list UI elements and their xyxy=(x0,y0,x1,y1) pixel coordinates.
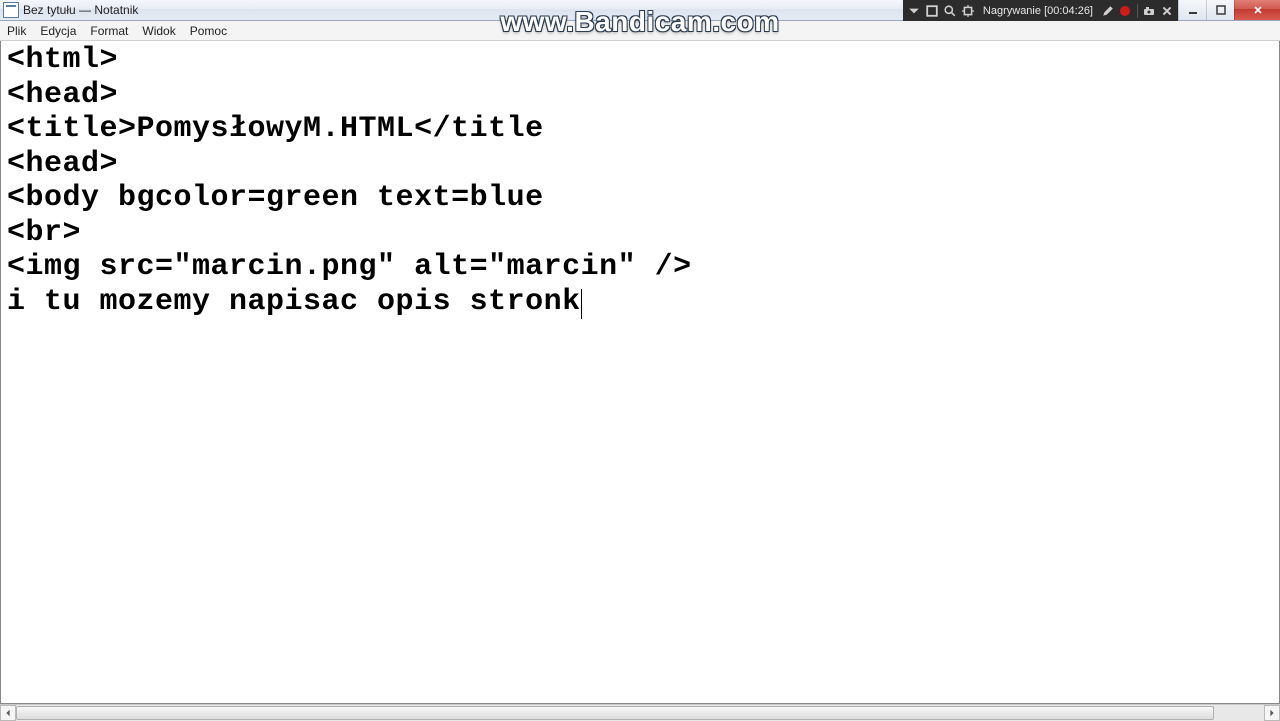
maximize-button[interactable] xyxy=(1206,0,1234,20)
scroll-thumb[interactable] xyxy=(16,706,1214,720)
menu-pomoc[interactable]: Pomoc xyxy=(183,21,234,40)
bandicam-toolbar: Nagrywanie [00:04:26] xyxy=(903,0,1178,21)
titlebar: Bez tytułu — Notatnik Nagrywanie [00:04:… xyxy=(0,0,1280,21)
horizontal-scrollbar[interactable] xyxy=(0,704,1280,720)
menu-format[interactable]: Format xyxy=(83,21,135,40)
editor-area: <html> <head> <title>PomysłowyM.HTML</ti… xyxy=(0,41,1280,704)
scroll-right-button[interactable] xyxy=(1264,705,1280,721)
text-editor[interactable]: <html> <head> <title>PomysłowyM.HTML</ti… xyxy=(1,41,1279,703)
scroll-left-button[interactable] xyxy=(0,705,16,721)
bandicam-dropdown-icon[interactable] xyxy=(905,0,923,21)
bandicam-target-icon[interactable] xyxy=(959,0,977,21)
menubar: Plik Edycja Format Widok Pomoc xyxy=(0,21,1280,41)
bandicam-record-icon[interactable] xyxy=(1117,0,1135,21)
menu-plik[interactable]: Plik xyxy=(0,21,33,40)
bandicam-close-icon[interactable] xyxy=(1158,0,1176,21)
bandicam-camera-icon[interactable] xyxy=(1140,0,1158,21)
scroll-track[interactable] xyxy=(16,705,1264,721)
close-button[interactable] xyxy=(1234,0,1280,20)
window-controls xyxy=(1178,0,1280,20)
window-title: Bez tytułu — Notatnik xyxy=(23,3,138,17)
bandicam-pencil-icon[interactable] xyxy=(1099,0,1117,21)
bandicam-separator xyxy=(1137,4,1138,18)
bandicam-search-icon[interactable] xyxy=(941,0,959,21)
minimize-button[interactable] xyxy=(1178,0,1206,20)
bandicam-fullscreen-icon[interactable] xyxy=(923,0,941,21)
notepad-icon xyxy=(3,2,19,18)
menu-widok[interactable]: Widok xyxy=(135,21,182,40)
menu-edycja[interactable]: Edycja xyxy=(33,21,83,40)
bandicam-status-label: Nagrywanie [00:04:26] xyxy=(977,5,1099,17)
